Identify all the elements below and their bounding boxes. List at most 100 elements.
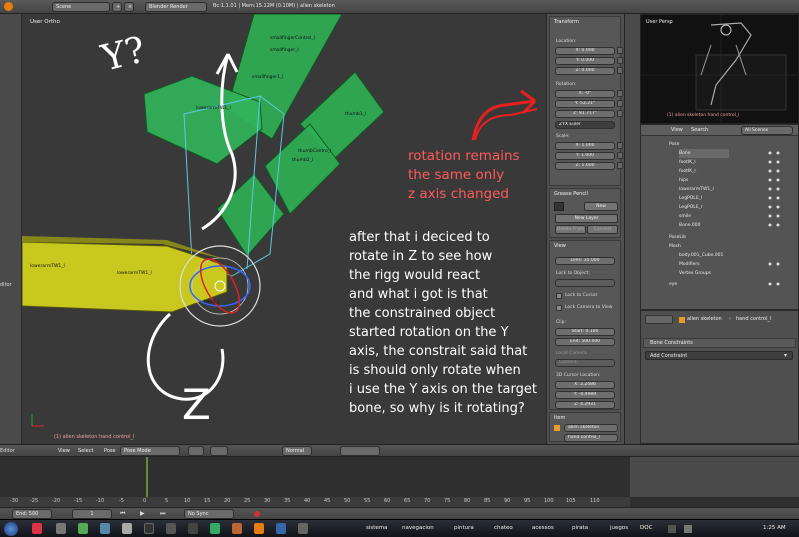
shading-selector[interactable] bbox=[188, 446, 204, 456]
breadcrumb-bone[interactable]: hand control_l bbox=[736, 316, 771, 322]
blender-logo-icon[interactable] bbox=[4, 2, 13, 11]
rotation-mode-select[interactable]: ZYX Euler bbox=[555, 121, 615, 129]
perspective-viewport[interactable]: User Persp (1) alien skeleton hand contr… bbox=[640, 14, 799, 124]
end-frame-field[interactable]: End: 500 bbox=[12, 509, 52, 519]
lock-object-field[interactable] bbox=[555, 279, 615, 287]
grease-pencil-header[interactable]: Grease Pencil bbox=[554, 191, 588, 197]
app-icon[interactable] bbox=[144, 523, 154, 534]
location-z-field[interactable]: Z: 0.000 bbox=[555, 67, 615, 75]
taskbar-item[interactable]: chateo bbox=[494, 525, 513, 531]
mode-selector[interactable]: Pose Mode bbox=[120, 446, 180, 456]
rotation-x-field[interactable]: X: -0° bbox=[555, 90, 615, 98]
lock-icon[interactable] bbox=[617, 57, 623, 64]
rewind-icon[interactable]: ⏮ bbox=[120, 510, 125, 518]
outliner-row[interactable]: eye bbox=[669, 280, 677, 289]
outliner-row[interactable]: LegPOLE_l bbox=[679, 194, 702, 203]
outliner-eye-icons[interactable] bbox=[766, 140, 786, 300]
properties-n-panel[interactable]: Transform Location: X: 0.000 Y: 0.000 Z:… bbox=[546, 14, 624, 444]
outliner-row[interactable]: PoseLib bbox=[669, 233, 686, 242]
gp-new-layer-button[interactable]: New Layer bbox=[555, 214, 618, 223]
taskbar-item[interactable]: navegacion bbox=[402, 525, 434, 531]
timeline-menu-pose[interactable]: Pose bbox=[104, 448, 116, 454]
cursor-y-field[interactable]: Y: -0.4989 bbox=[555, 391, 615, 399]
lock-cursor-checkbox[interactable] bbox=[556, 293, 562, 299]
transform-header[interactable]: Transform bbox=[554, 19, 579, 25]
bone-constraints-header[interactable]: Bone Constraints bbox=[643, 338, 796, 348]
lock-icon[interactable] bbox=[617, 110, 623, 117]
app-icon[interactable] bbox=[232, 523, 242, 534]
outliner-row[interactable]: Pose bbox=[669, 140, 679, 149]
lock-icon[interactable] bbox=[617, 47, 623, 54]
outliner-scene-select[interactable]: All Scenes bbox=[741, 126, 793, 135]
lock-icon[interactable] bbox=[617, 100, 623, 107]
clock[interactable]: 1:25 AM bbox=[763, 525, 786, 531]
cursor-z-field[interactable]: Z: 4.2931 bbox=[555, 401, 615, 409]
add-constraint-select[interactable]: Add Constraint ▾ bbox=[645, 351, 793, 360]
tool-shelf-edge[interactable]: ditor bbox=[0, 14, 22, 444]
play-icon[interactable]: ▶ bbox=[140, 510, 145, 517]
outliner-menu-view[interactable]: View bbox=[671, 127, 683, 133]
start-button-icon[interactable] bbox=[4, 522, 18, 536]
gp-delete-button[interactable]: Delete Fram bbox=[555, 225, 586, 234]
outliner-row[interactable]: footIK_r bbox=[679, 167, 696, 176]
gp-new-button[interactable]: New bbox=[584, 202, 618, 211]
outliner-row[interactable]: Bone.000 bbox=[679, 221, 700, 230]
layers-button[interactable] bbox=[340, 446, 380, 456]
tray-icons[interactable] bbox=[668, 525, 748, 533]
chrome-icon[interactable] bbox=[32, 523, 42, 534]
item-header[interactable]: Item bbox=[554, 415, 565, 421]
outliner-row[interactable]: hips bbox=[679, 176, 688, 185]
lock-icon[interactable] bbox=[617, 90, 623, 97]
app-icon[interactable] bbox=[298, 523, 308, 534]
current-frame-field[interactable]: 1 bbox=[72, 509, 112, 519]
outliner-row[interactable]: footIK_l bbox=[679, 158, 696, 167]
pencil-icon[interactable] bbox=[554, 202, 564, 211]
breadcrumb-object[interactable]: alien skeleton bbox=[687, 316, 722, 322]
timeline-menu-select[interactable]: Select bbox=[78, 448, 93, 454]
app-icon[interactable] bbox=[100, 523, 110, 534]
app-icon[interactable] bbox=[166, 523, 176, 534]
taskbar-item[interactable]: juegos bbox=[610, 525, 628, 531]
timeline-ruler[interactable]: -30 -25 -20 -15 -10 -5 0 5 10 15 20 25 3… bbox=[0, 497, 630, 507]
item-object-field[interactable]: alien skeleton bbox=[564, 424, 618, 432]
scale-z-field[interactable]: Z: 1.000 bbox=[555, 162, 615, 170]
app-icon[interactable] bbox=[188, 523, 198, 534]
taskbar-item[interactable]: pirata bbox=[572, 525, 588, 531]
rotation-z-field[interactable]: Z: 81.717° bbox=[555, 110, 615, 118]
record-icon[interactable] bbox=[254, 511, 260, 517]
outliner-row[interactable]: body.001_Cube.001 bbox=[679, 251, 723, 260]
lens-field[interactable]: Lens: 35.000 bbox=[555, 257, 615, 265]
location-y-field[interactable]: Y: 0.000 bbox=[555, 57, 615, 65]
lock-icon[interactable] bbox=[617, 142, 623, 149]
blender-taskbar-icon[interactable] bbox=[254, 523, 264, 534]
outliner-row[interactable]: Bone bbox=[679, 149, 729, 158]
outliner-row[interactable]: smile bbox=[679, 212, 691, 221]
outliner-row[interactable]: lowerarmTW1_l bbox=[679, 185, 714, 194]
orientation-selector[interactable]: Normal bbox=[282, 446, 312, 456]
timeline-menu-view[interactable]: View bbox=[58, 448, 70, 454]
outliner-menu-search[interactable]: Search bbox=[691, 127, 708, 133]
outliner-row[interactable]: Vertex Groups bbox=[679, 269, 711, 278]
location-x-field[interactable]: X: 0.000 bbox=[555, 47, 615, 55]
lock-icon[interactable] bbox=[617, 162, 623, 169]
scale-x-field[interactable]: X: 1.000 bbox=[555, 142, 615, 150]
app-icon[interactable] bbox=[210, 523, 220, 534]
lock-icon[interactable] bbox=[617, 152, 623, 159]
sync-selector[interactable]: No Sync bbox=[184, 509, 234, 519]
outliner[interactable]: View Search All Scenes Pose Bone footIK_… bbox=[640, 124, 799, 310]
app-icon[interactable] bbox=[276, 523, 286, 534]
scale-y-field[interactable]: Y: 1.000 bbox=[555, 152, 615, 160]
taskbar-item[interactable]: sistema bbox=[366, 525, 388, 531]
lock-camera-checkbox[interactable] bbox=[556, 305, 562, 311]
gp-convert-button[interactable]: Convert bbox=[587, 225, 618, 234]
taskbar-item[interactable]: DOC bbox=[640, 525, 652, 531]
scene-add-button[interactable]: + bbox=[112, 2, 122, 12]
app-icon[interactable] bbox=[78, 523, 88, 534]
camera-field[interactable]: Camera bbox=[555, 359, 615, 367]
view-header[interactable]: View bbox=[554, 243, 566, 249]
scene-remove-button[interactable]: × bbox=[124, 2, 134, 12]
scene-selector[interactable]: Scene bbox=[52, 2, 110, 12]
app-icon[interactable] bbox=[56, 523, 66, 534]
item-bone-field[interactable]: hand control_l bbox=[564, 434, 618, 442]
pivot-selector[interactable] bbox=[210, 446, 228, 456]
